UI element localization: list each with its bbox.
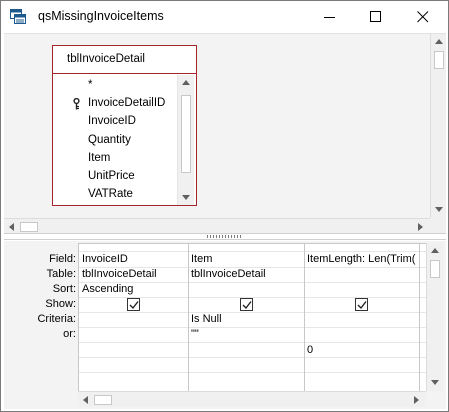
- field-list-scrollbar[interactable]: [177, 75, 194, 205]
- query-icon: [10, 9, 26, 24]
- scroll-thumb[interactable]: [181, 95, 191, 173]
- close-button[interactable]: [400, 1, 446, 33]
- grid-cell-field[interactable]: Item: [191, 253, 301, 265]
- design-grid-horizontal-scrollbar[interactable]: [78, 391, 426, 407]
- grid-line: [79, 251, 426, 252]
- scroll-down-icon[interactable]: [431, 380, 439, 385]
- design-grid-pane: Field: Table: Sort: Show: Criteria: or: …: [4, 241, 446, 409]
- grid-cell-or[interactable]: "": [191, 328, 301, 340]
- row-label-criteria: Criteria:: [37, 313, 76, 325]
- field-name: Item: [88, 152, 111, 164]
- scroll-left-icon[interactable]: [83, 396, 88, 404]
- window-title: qsMissingInvoiceItems: [38, 9, 164, 23]
- row-label-or: or:: [63, 328, 76, 340]
- field-list-item[interactable]: *: [53, 77, 179, 95]
- grid-cell-field[interactable]: ItemLength: Len(Trim(: [307, 253, 417, 265]
- grid-cell-criteria[interactable]: Is Null: [191, 313, 301, 325]
- row-label-sort: Sort:: [52, 283, 76, 295]
- scroll-up-icon[interactable]: [435, 39, 443, 44]
- checkmark-icon: [242, 301, 252, 310]
- pane-splitter[interactable]: [4, 233, 446, 240]
- design-grid: InvoiceID tblInvoiceDetail Ascending Ite…: [78, 243, 426, 391]
- grid-line: [79, 342, 426, 343]
- maximize-icon: [370, 11, 381, 22]
- field-list-item[interactable]: InvoiceDetailID: [53, 95, 179, 113]
- scroll-up-icon[interactable]: [431, 248, 439, 253]
- field-list-item[interactable]: VATRate: [53, 186, 179, 204]
- field-list-box[interactable]: tblInvoiceDetail * InvoiceDetailID Invoi…: [52, 45, 197, 206]
- scroll-up-icon[interactable]: [182, 80, 190, 85]
- checkmark-icon: [129, 301, 139, 310]
- row-label-field: Field:: [49, 253, 76, 265]
- primary-key-icon: [73, 97, 80, 113]
- scrollbar-corner: [430, 218, 446, 234]
- title-bar: qsMissingInvoiceItems: [1, 1, 448, 33]
- splitter-grip[interactable]: [207, 235, 243, 238]
- column-divider[interactable]: [188, 244, 189, 391]
- field-list-item[interactable]: Item: [53, 150, 179, 168]
- field-name: InvoiceDetailID: [88, 97, 166, 109]
- query-design-window: qsMissingInvoiceItems tblInvoiceDetail *…: [0, 0, 449, 412]
- field-name: InvoiceID: [88, 115, 136, 127]
- field-list-title[interactable]: tblInvoiceDetail: [53, 46, 196, 74]
- field-list-item[interactable]: UnitPrice: [53, 168, 179, 186]
- column-divider[interactable]: [304, 244, 305, 391]
- checkmark-icon: [357, 301, 367, 310]
- grid-cell-table[interactable]: tblInvoiceDetail: [82, 268, 186, 280]
- grid-cell-sort[interactable]: Ascending: [82, 283, 186, 295]
- field-name: VATRate: [88, 188, 133, 200]
- show-checkbox[interactable]: [240, 298, 253, 311]
- show-checkbox[interactable]: [127, 298, 140, 311]
- column-divider[interactable]: [419, 244, 420, 391]
- close-icon: [417, 11, 429, 23]
- grid-cell-table[interactable]: tblInvoiceDetail: [191, 268, 301, 280]
- row-label-show: Show:: [45, 298, 76, 310]
- minimize-button[interactable]: [307, 1, 353, 33]
- scroll-right-icon[interactable]: [418, 223, 423, 231]
- show-checkbox[interactable]: [355, 298, 368, 311]
- table-pane-horizontal-scrollbar[interactable]: [4, 218, 430, 234]
- minimize-icon: [324, 17, 335, 18]
- scroll-thumb[interactable]: [434, 51, 444, 69]
- scroll-down-icon[interactable]: [435, 207, 443, 212]
- field-list: * InvoiceDetailID InvoiceID Quantity Ite…: [53, 75, 179, 205]
- grid-cell-value[interactable]: 0: [307, 344, 417, 356]
- scroll-thumb[interactable]: [430, 260, 440, 278]
- table-pane-vertical-scrollbar[interactable]: [430, 34, 446, 218]
- field-name: UnitPrice: [88, 170, 135, 182]
- table-name: tblInvoiceDetail: [67, 53, 145, 65]
- scroll-right-icon[interactable]: [414, 396, 419, 404]
- grid-line: [79, 372, 426, 373]
- scroll-thumb[interactable]: [94, 395, 112, 405]
- field-list-item[interactable]: Quantity: [53, 132, 179, 150]
- field-name: Quantity: [88, 134, 131, 146]
- grid-cell-field[interactable]: InvoiceID: [82, 253, 186, 265]
- design-grid-vertical-scrollbar[interactable]: [426, 243, 443, 391]
- maximize-button[interactable]: [353, 1, 399, 33]
- grid-line: [79, 357, 426, 358]
- field-name: *: [88, 79, 93, 91]
- row-label-table: Table:: [46, 268, 76, 280]
- scroll-down-icon[interactable]: [182, 195, 190, 200]
- scroll-thumb[interactable]: [20, 222, 38, 232]
- scroll-left-icon[interactable]: [9, 223, 14, 231]
- field-list-item[interactable]: InvoiceID: [53, 113, 179, 131]
- table-pane[interactable]: tblInvoiceDetail * InvoiceDetailID Invoi…: [4, 33, 446, 234]
